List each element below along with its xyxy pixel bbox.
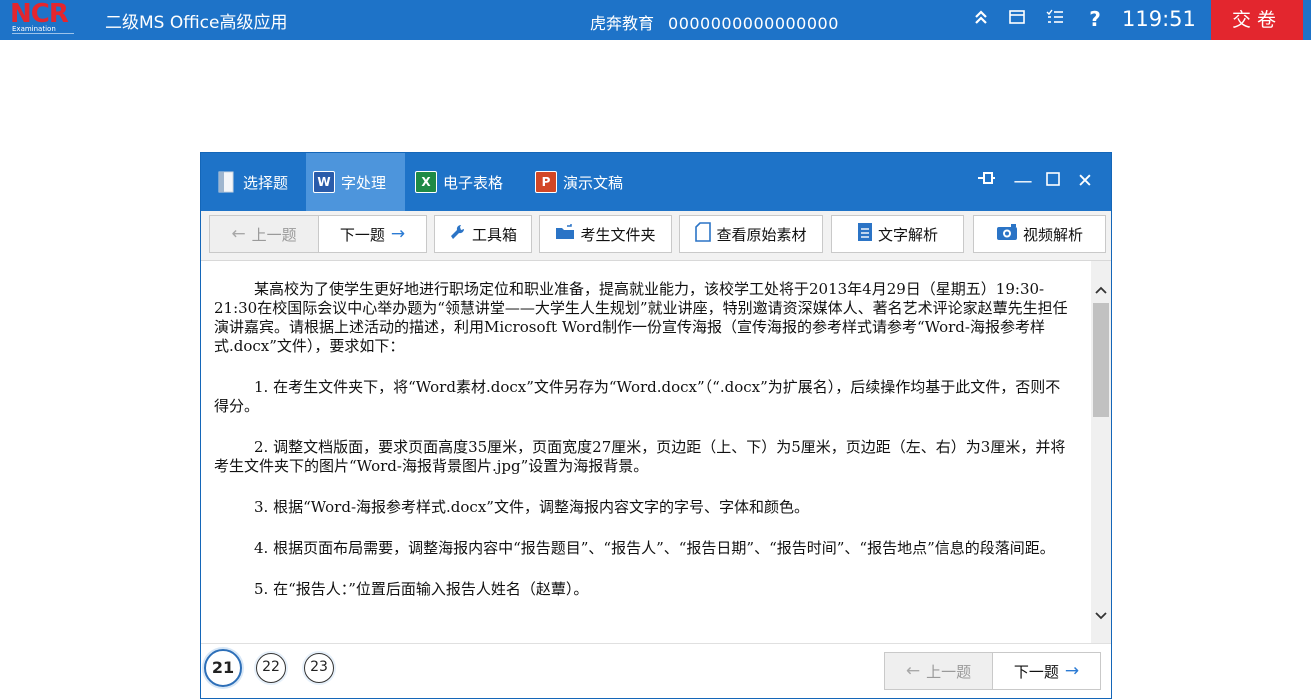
tab-label: 电子表格 (443, 173, 504, 192)
question-paragraph: 5. 在“报告人：”位置后面输入报告人姓名（赵蕈）。 (254, 580, 589, 598)
candidate-info: 虎奔教育 0000000000000000 (590, 10, 839, 34)
collapse-up-icon[interactable] (971, 9, 991, 29)
video-analysis-button[interactable]: 视频解析 (973, 215, 1106, 253)
arrow-right-icon: → (390, 224, 406, 244)
question-text: 某高校为了使学生更好地进行职场定位和职业准备，提高就业能力，该校学工处将于201… (201, 261, 1091, 643)
question-paragraph: 3. 根据“Word-海报参考样式.docx”文件，调整海报内容文字的字号、字体… (254, 498, 809, 516)
footer-next-button[interactable]: 下一题 → (992, 652, 1101, 690)
toolbar: ← 上一题 下一题 → 工具箱 考生文件夹 查看原始素材 文字解析 视频解析 (201, 211, 1111, 261)
window-icon[interactable] (1007, 9, 1027, 29)
excel-icon: X (415, 171, 437, 193)
list-icon[interactable] (1045, 9, 1065, 29)
dialog-footer: 21 22 23 ← 上一题 下一题 → (201, 643, 1111, 698)
question-number-button[interactable]: 22 (256, 653, 286, 683)
tab-choice[interactable]: 选择题 (211, 153, 307, 211)
maximize-icon[interactable] (1041, 169, 1065, 193)
app-title: 二级MS Office高级应用 (105, 13, 288, 33)
toolbox-button[interactable]: 工具箱 (434, 215, 532, 253)
powerpoint-icon: P (535, 171, 557, 193)
text-analysis-button[interactable]: 文字解析 (831, 215, 964, 253)
prev-question-button[interactable]: ← 上一题 (209, 215, 319, 253)
scrollbar-thumb[interactable] (1093, 303, 1109, 417)
tab-excel[interactable]: X 电子表格 (415, 153, 530, 211)
question-paragraph: 1. 在考生文件夹下，将“Word素材.docx”文件另存为“Word.docx… (214, 378, 1061, 415)
top-bar: NCR Examination 二级MS Office高级应用 虎奔教育 0000… (0, 0, 1311, 40)
tab-label: 字处理 (341, 173, 387, 192)
question-paragraph: 2. 调整文档版面，要求页面高度35厘米，页面宽度27厘米，页边距（上、下）为5… (214, 438, 1066, 475)
question-paragraph: 4. 根据页面布局需要，调整海报内容中“报告题目”、“报告人”、“报告日期”、“… (254, 539, 1055, 557)
folder-icon (555, 224, 575, 244)
footer-prev-button[interactable]: ← 上一题 (884, 652, 993, 690)
pin-icon[interactable] (974, 169, 998, 193)
exam-id: 0000000000000000 (668, 14, 839, 33)
tab-label: 选择题 (243, 173, 289, 192)
camera-icon (996, 223, 1018, 245)
countdown-timer: 119:51 (1122, 7, 1196, 31)
submit-exam-button[interactable]: 交卷 (1211, 0, 1303, 40)
tab-label: 演示文稿 (563, 173, 624, 192)
vertical-scrollbar[interactable] (1091, 261, 1111, 643)
arrow-left-icon: ← (905, 661, 921, 681)
logo-subtitle: Examination (12, 25, 56, 33)
question-number-button[interactable]: 21 (204, 649, 242, 687)
question-paragraph: 某高校为了使学生更好地进行职场定位和职业准备，提高就业能力，该校学工处将于201… (214, 280, 1068, 355)
file-icon (695, 222, 712, 246)
tab-powerpoint[interactable]: P 演示文稿 (535, 153, 645, 211)
tab-word[interactable]: W 字处理 (306, 153, 405, 211)
next-question-button[interactable]: 下一题 → (318, 215, 427, 253)
question-number-button[interactable]: 23 (304, 653, 334, 683)
ncr-logo: NCR Examination (2, 0, 80, 39)
document-icon (215, 171, 237, 193)
wrench-icon (449, 223, 467, 245)
question-dialog: 选择题 W 字处理 X 电子表格 P 演示文稿 — ✕ ←上一题 下一题→ (200, 152, 1112, 699)
chevron-down-icon[interactable] (1091, 607, 1111, 627)
dialog-header: 选择题 W 字处理 X 电子表格 P 演示文稿 — ✕ (201, 153, 1111, 211)
chevron-up-icon[interactable] (1091, 281, 1111, 301)
text-doc-icon (857, 222, 873, 246)
minimize-icon[interactable]: — (1011, 169, 1035, 193)
help-icon[interactable]: ? (1085, 9, 1105, 29)
candidate-folder-button[interactable]: 考生文件夹 (539, 215, 672, 253)
close-icon[interactable]: ✕ (1073, 169, 1097, 193)
arrow-left-icon: ← (231, 224, 246, 244)
view-source-button[interactable]: 查看原始素材 (679, 215, 823, 253)
arrow-right-icon: → (1064, 661, 1080, 681)
org-name: 虎奔教育 (590, 14, 655, 33)
word-icon: W (313, 171, 335, 193)
